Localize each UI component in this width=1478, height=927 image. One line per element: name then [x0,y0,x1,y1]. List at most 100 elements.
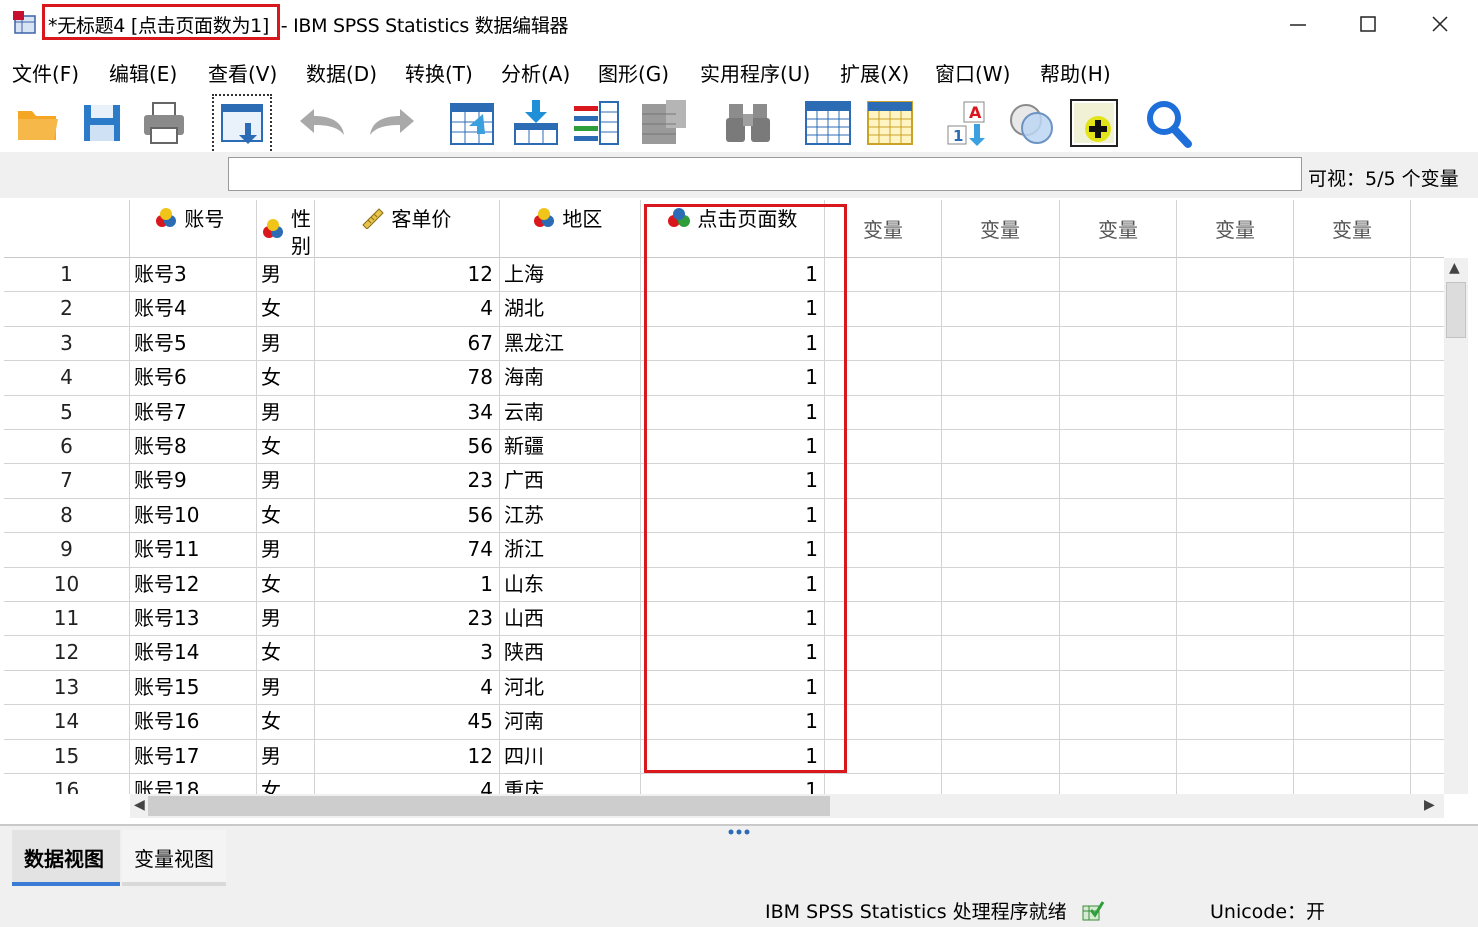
cell-empty[interactable] [825,533,942,568]
cell-empty[interactable] [942,361,1060,396]
cell-price[interactable]: 67 [315,326,500,362]
row-number[interactable]: 11 [4,602,130,637]
cell-empty[interactable] [1294,395,1411,430]
cell-price[interactable]: 12 [315,258,500,293]
print-button[interactable] [136,94,192,152]
cell-price[interactable]: 45 [315,705,500,740]
cell-empty[interactable] [1177,361,1294,396]
cell-empty[interactable] [1411,464,1444,499]
cell-region[interactable]: 河北 [500,670,641,706]
cell-clicks[interactable]: 1 [641,430,825,465]
cell-price[interactable]: 74 [315,533,500,568]
row-number[interactable]: 5 [4,395,130,430]
cell-empty[interactable] [942,326,1060,362]
horizontal-scroll-thumb[interactable] [148,796,830,816]
cell-empty[interactable] [1294,602,1411,637]
undo-button[interactable] [294,94,350,152]
cell-empty[interactable] [1060,602,1177,637]
cell-clicks[interactable]: 1 [641,774,825,794]
cell-empty[interactable] [1411,430,1444,465]
menu-window[interactable]: 窗口(W) [935,58,1010,87]
tab-variable-view[interactable]: 变量视图 [122,830,226,886]
row-number[interactable]: 1 [4,258,130,293]
cell-clicks[interactable]: 1 [641,361,825,396]
cell-empty[interactable] [1294,567,1411,602]
cell-empty[interactable] [942,292,1060,327]
cell-empty[interactable] [1294,326,1411,362]
cell-clicks[interactable]: 1 [641,705,825,740]
cell-region[interactable]: 陕西 [500,636,641,671]
scroll-up-icon[interactable]: ▲ [1449,260,1460,276]
cell-empty[interactable] [825,430,942,465]
search-button[interactable] [1140,94,1196,152]
cell-gender[interactable]: 男 [257,258,315,293]
cell-gender[interactable]: 男 [257,533,315,568]
cell-empty[interactable] [1060,567,1177,602]
row-number[interactable]: 4 [4,361,130,396]
cell-clicks[interactable]: 1 [641,464,825,499]
variables-button[interactable] [568,94,624,152]
cell-account[interactable]: 账号16 [130,705,257,740]
cell-gender[interactable]: 男 [257,739,315,774]
cell-empty[interactable] [942,739,1060,774]
menu-extensions[interactable]: 扩展(X) [840,58,909,87]
cell-region[interactable]: 上海 [500,258,641,293]
split-file-button[interactable]: A 1 [942,94,998,152]
column-header-price[interactable]: 客单价 [315,200,500,258]
cell-empty[interactable] [1411,602,1444,637]
cell-empty[interactable] [1411,774,1444,794]
cell-empty[interactable] [825,739,942,774]
menu-file[interactable]: 文件(F) [12,58,79,87]
cell-empty[interactable] [1411,327,1444,362]
row-number[interactable]: 12 [4,636,130,671]
row-number[interactable]: 13 [4,670,130,706]
cell-empty[interactable] [1411,499,1444,534]
cell-empty[interactable] [1294,258,1411,293]
cell-empty[interactable] [1294,292,1411,327]
cell-clicks[interactable]: 1 [641,498,825,534]
cell-empty[interactable] [1177,533,1294,568]
find-button[interactable] [720,94,776,152]
cell-region[interactable]: 浙江 [500,533,641,568]
cell-price[interactable]: 78 [315,361,500,396]
cell-empty[interactable] [942,498,1060,534]
cell-empty[interactable] [1294,533,1411,568]
cell-account[interactable]: 账号15 [130,670,257,706]
cell-empty[interactable] [1060,361,1177,396]
column-header-empty-var-3[interactable]: 变量 [1060,200,1177,258]
cell-gender[interactable]: 男 [257,670,315,706]
minimize-button[interactable] [1268,6,1328,42]
row-number[interactable]: 9 [4,533,130,568]
cell-empty[interactable] [825,567,942,602]
cell-empty[interactable] [1060,705,1177,740]
cell-empty[interactable] [942,533,1060,568]
column-header-empty-var-2[interactable]: 变量 [942,200,1060,258]
cell-gender[interactable]: 女 [257,292,315,327]
menu-edit[interactable]: 编辑(E) [109,58,177,87]
menu-transform[interactable]: 转换(T) [405,58,473,87]
cell-account[interactable]: 账号4 [130,292,257,327]
cell-empty[interactable] [1177,464,1294,499]
run-descriptives-button[interactable] [636,94,692,152]
redo-button[interactable] [364,94,420,152]
cell-clicks[interactable]: 1 [641,602,825,637]
column-header-gender[interactable]: 性 别 [257,200,315,258]
column-header-region[interactable]: 地区 [500,200,641,258]
row-number[interactable]: 10 [4,567,130,602]
cell-account[interactable]: 账号10 [130,498,257,534]
cell-empty[interactable] [1411,292,1444,327]
cell-price[interactable]: 34 [315,395,500,430]
cell-gender[interactable]: 男 [257,326,315,362]
cell-clicks[interactable]: 1 [641,739,825,774]
cell-empty[interactable] [942,258,1060,293]
cell-region[interactable]: 新疆 [500,430,641,465]
cell-clicks[interactable]: 1 [641,636,825,671]
cell-account[interactable]: 账号7 [130,395,257,430]
cell-empty[interactable] [942,705,1060,740]
cell-gender[interactable]: 女 [257,705,315,740]
cell-empty[interactable] [1294,464,1411,499]
cell-price[interactable]: 4 [315,670,500,706]
cell-empty[interactable] [1060,774,1177,794]
cell-empty[interactable] [825,705,942,740]
cell-empty[interactable] [1060,258,1177,293]
